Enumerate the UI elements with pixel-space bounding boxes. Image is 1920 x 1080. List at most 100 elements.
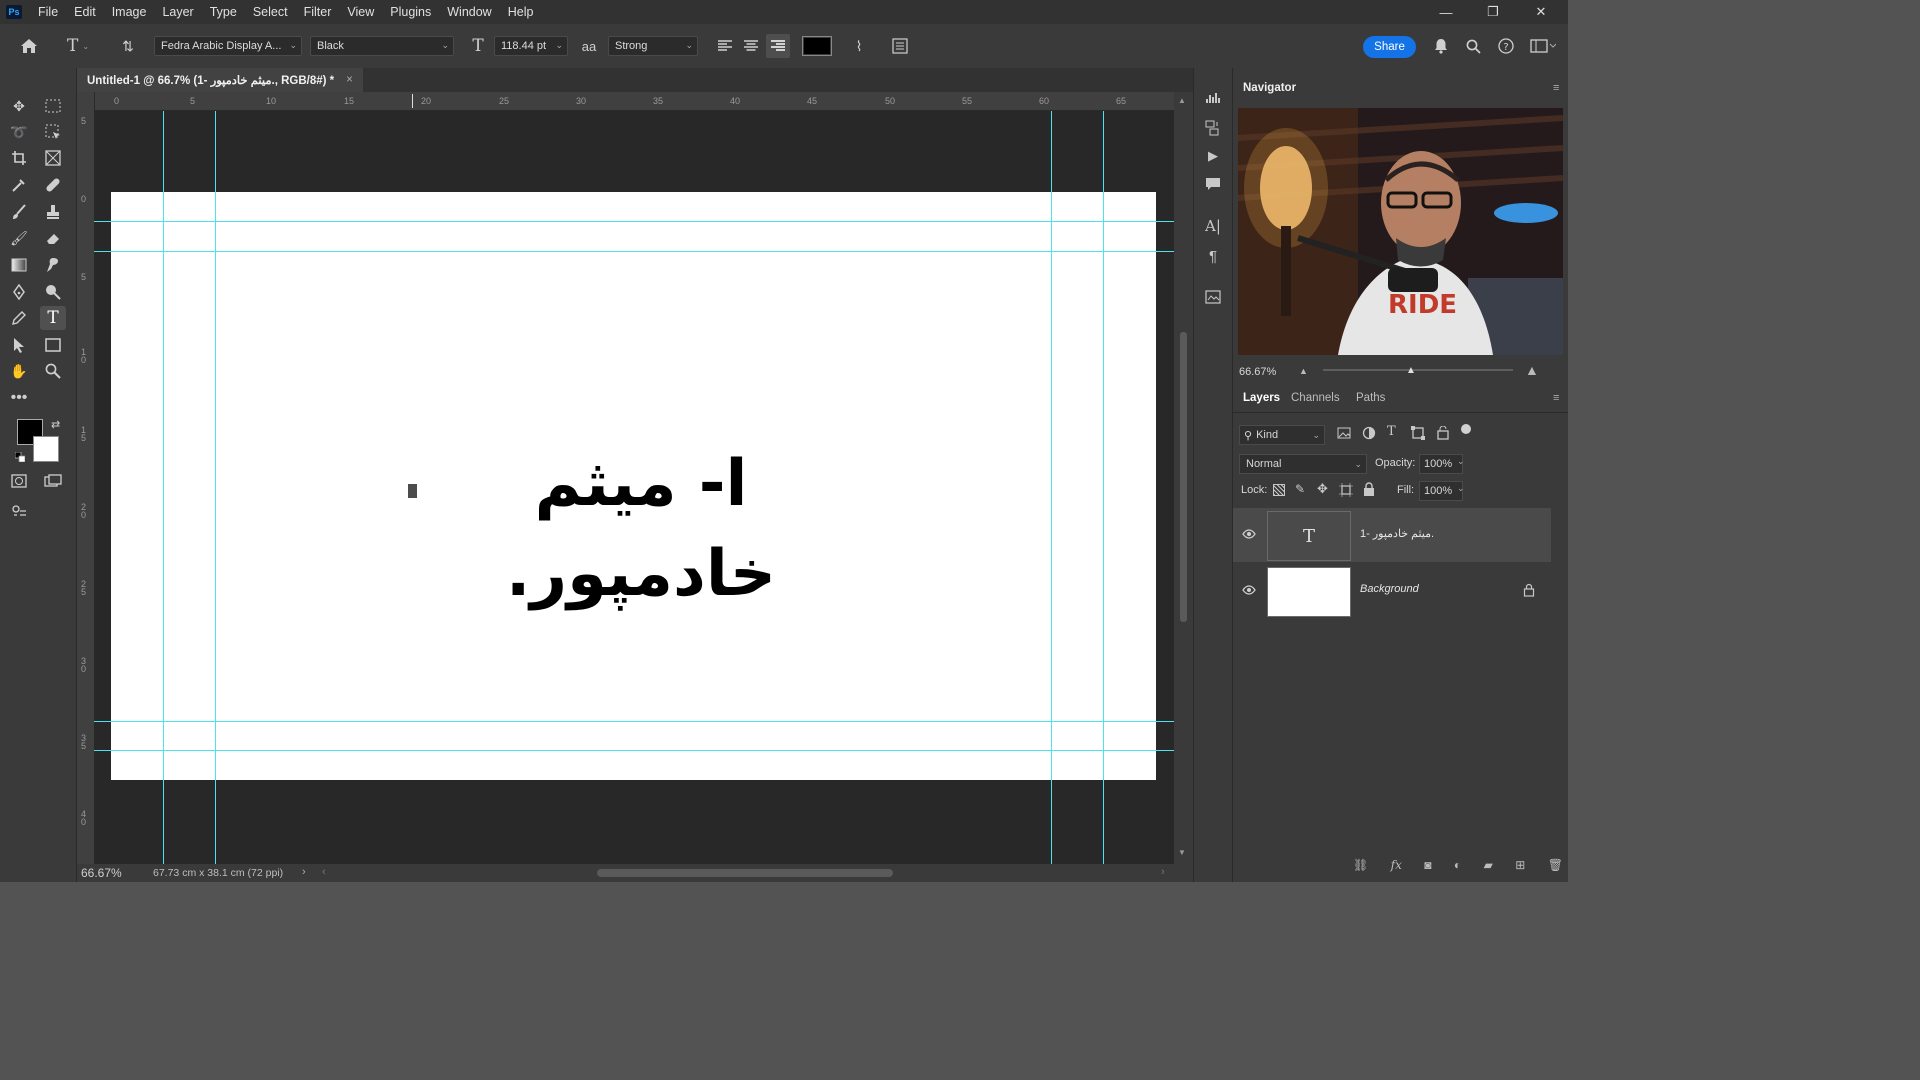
gradient-tool-icon[interactable] [6, 253, 32, 277]
vertical-scroll-thumb[interactable] [1180, 332, 1187, 622]
align-center-icon[interactable] [740, 34, 762, 58]
history-icon[interactable] [1203, 118, 1223, 138]
vertical-scrollbar[interactable]: ▲ ▼ [1174, 92, 1193, 864]
menu-filter[interactable]: Filter [296, 0, 340, 24]
filter-pixel-icon[interactable] [1337, 426, 1353, 442]
scroll-right-icon[interactable]: › [1161, 866, 1165, 878]
object-selection-tool-icon[interactable] [40, 120, 66, 144]
antialias-select[interactable]: Strong ⌄ [608, 36, 698, 56]
eye-icon[interactable] [1241, 526, 1257, 542]
default-colors-icon[interactable] [14, 451, 26, 463]
fx-icon[interactable]: fx [1391, 858, 1402, 878]
layer-name[interactable]: 1- ميثم خادمپور. [1360, 527, 1434, 540]
guide-vertical[interactable] [163, 111, 164, 864]
document-tab[interactable]: Untitled-1 @ 66.7% (1- ميثم خادمپور., RG… [77, 68, 363, 92]
share-button[interactable]: Share [1363, 36, 1416, 58]
background-color-swatch[interactable] [33, 436, 59, 462]
actions-play-icon[interactable]: ▶ [1203, 146, 1223, 166]
guide-horizontal[interactable] [94, 221, 1174, 222]
zoom-in-icon[interactable]: ▲ [1525, 362, 1539, 378]
canvas-text-layer[interactable]: ا- ميثم خادمپور. [411, 439, 871, 619]
eyedropper-tool-icon[interactable] [6, 173, 32, 197]
close-tab-icon[interactable]: × [346, 74, 353, 86]
layer-name[interactable]: Background [1360, 583, 1419, 595]
tab-layers[interactable]: Layers [1243, 392, 1280, 404]
clone-stamp-tool-icon[interactable] [40, 200, 66, 224]
crop-tool-icon[interactable] [6, 146, 32, 170]
new-layer-icon[interactable]: ⊞ [1515, 858, 1525, 878]
add-mask-icon[interactable]: ◙ [1424, 858, 1431, 878]
status-menu-chevron-icon[interactable]: › [302, 866, 306, 878]
guide-horizontal[interactable] [94, 721, 1174, 722]
fill-chevron-icon[interactable]: ⌄ [1457, 483, 1465, 494]
scroll-left-icon[interactable]: ‹ [322, 866, 326, 878]
zoom-level[interactable]: 66.67% [81, 866, 122, 880]
artboard[interactable]: ا- ميثم خادمپور. [111, 192, 1156, 780]
move-tool-icon[interactable]: ✥ [6, 94, 32, 118]
histogram-icon[interactable] [1203, 88, 1223, 108]
quick-mask-icon[interactable] [6, 469, 32, 493]
menu-view[interactable]: View [339, 0, 382, 24]
guide-horizontal[interactable] [94, 251, 1174, 252]
guide-vertical[interactable] [1103, 111, 1104, 864]
edit-toolbar-icon[interactable] [6, 500, 32, 524]
filter-smart-object-icon[interactable] [1436, 425, 1452, 442]
zoom-out-icon[interactable]: ▲ [1299, 366, 1308, 376]
align-left-icon[interactable] [714, 34, 736, 58]
lasso-tool-icon[interactable]: ➰ [6, 120, 32, 144]
zoom-tool-icon[interactable] [40, 359, 66, 383]
menu-plugins[interactable]: Plugins [382, 0, 439, 24]
lock-image-brush-icon[interactable]: ✎ [1295, 482, 1305, 496]
menu-layer[interactable]: Layer [154, 0, 201, 24]
bell-icon[interactable] [1430, 34, 1452, 58]
eye-icon[interactable] [1241, 582, 1257, 598]
layer-filter-select[interactable]: ⚲ Kind ⌄ [1239, 425, 1325, 445]
menu-image[interactable]: Image [104, 0, 155, 24]
close-window-button[interactable]: ✕ [1518, 0, 1564, 24]
adjustment-layer-icon[interactable]: ◐ [1454, 858, 1461, 878]
align-right-icon[interactable] [766, 34, 790, 58]
menu-window[interactable]: Window [439, 0, 499, 24]
filter-shape-icon[interactable] [1411, 426, 1427, 442]
frame-tool-icon[interactable] [40, 146, 66, 170]
type-tool-preset-icon[interactable]: T ⌄ [60, 34, 96, 58]
blend-mode-select[interactable]: Normal ⌄ [1239, 454, 1367, 474]
dodge-tool-icon[interactable] [40, 280, 66, 304]
font-size-select[interactable]: 118.44 pt ⌄ [494, 36, 568, 56]
eraser-tool-icon[interactable] [40, 226, 66, 250]
character-icon[interactable]: A| [1203, 216, 1223, 236]
more-tools-icon[interactable]: ••• [6, 386, 32, 410]
text-orientation-icon[interactable]: ⇅ [116, 34, 140, 58]
new-group-icon[interactable]: ▰ [1484, 858, 1493, 878]
font-style-select[interactable]: Black ⌄ [310, 36, 454, 56]
layers-panel-menu-icon[interactable]: ≡ [1553, 392, 1559, 404]
text-color-swatch[interactable] [802, 36, 832, 56]
menu-file[interactable]: File [30, 0, 66, 24]
lock-icon[interactable] [1523, 583, 1535, 597]
layer-row-background[interactable]: Background [1233, 564, 1551, 618]
help-icon[interactable]: ? [1495, 34, 1517, 58]
lock-artboard-icon[interactable] [1339, 483, 1353, 497]
lock-all-icon[interactable] [1363, 482, 1375, 496]
tab-paths[interactable]: Paths [1356, 392, 1385, 404]
guide-horizontal[interactable] [94, 750, 1174, 751]
layer-row-text[interactable]: T 1- ميثم خادمپور. [1233, 508, 1551, 562]
character-panel-icon[interactable] [888, 34, 912, 58]
search-icon[interactable] [1462, 34, 1484, 58]
background-layer-thumbnail[interactable] [1267, 567, 1351, 617]
opacity-chevron-icon[interactable]: ⌄ [1457, 456, 1465, 467]
paragraph-icon[interactable]: ¶ [1203, 246, 1223, 266]
filter-adjustment-icon[interactable] [1362, 426, 1378, 442]
brush-tool-icon[interactable] [6, 200, 32, 224]
scroll-up-icon[interactable]: ▲ [1178, 96, 1186, 105]
guide-vertical[interactable] [1051, 111, 1052, 864]
marquee-tool-icon[interactable] [40, 94, 66, 118]
canvas-area[interactable]: ا- ميثم خادمپور. [94, 111, 1174, 864]
navigator-preview[interactable]: RIDE [1238, 108, 1563, 355]
hand-tool-icon[interactable]: ✋ [6, 359, 32, 383]
warp-text-icon[interactable]: ⌇ [848, 34, 870, 58]
panel-menu-icon[interactable]: ≡ [1553, 82, 1559, 94]
lock-position-icon[interactable]: ✥ [1317, 481, 1328, 497]
pen-path-tool-icon[interactable] [6, 306, 32, 330]
minimize-button[interactable]: — [1423, 0, 1469, 24]
